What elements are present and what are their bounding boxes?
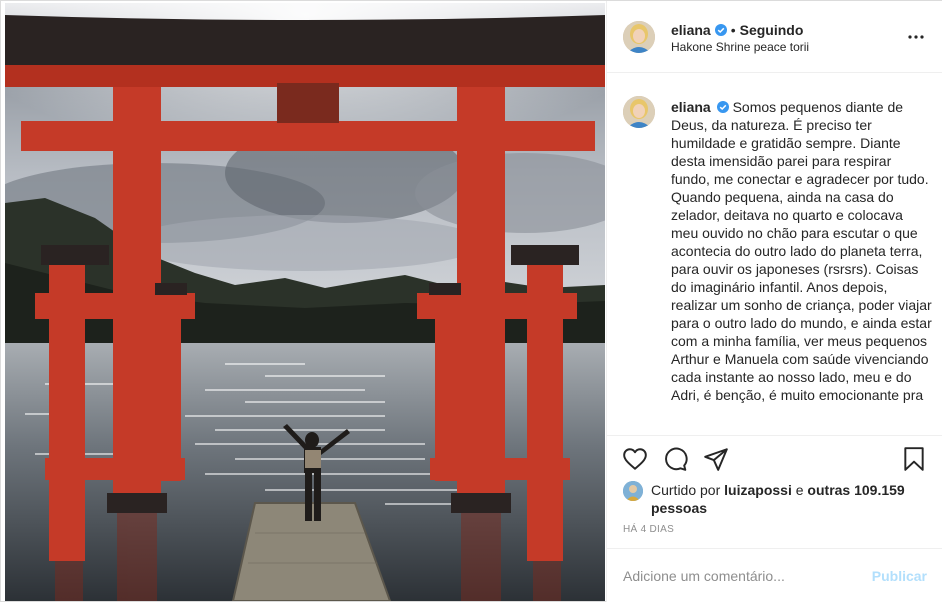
separator-dot: • [730,22,736,38]
follow-status-button[interactable]: Seguindo [740,22,804,38]
liker-avatar[interactable] [623,481,643,501]
share-icon[interactable] [703,446,729,472]
heart-icon[interactable] [622,446,648,472]
avatar-image [623,96,655,128]
caption-area: eliana Somos pequenos diante de Deus, da… [607,74,942,434]
post-timestamp[interactable]: HÁ 4 DIAS [623,524,674,535]
likes-summary: Curtido por luizapossi e outras 109.159 … [651,481,931,517]
caption-username-link[interactable]: eliana [671,99,711,115]
comment-box: Publicar [607,548,942,602]
bookmark-icon[interactable] [901,446,927,472]
header-user-line: eliana • Seguindo [671,22,803,38]
publish-button[interactable]: Publicar [872,568,927,584]
location-link[interactable]: Hakone Shrine peace torii [671,40,809,54]
post-photo[interactable] [5,3,605,601]
post-side-panel: eliana • Seguindo Hakone Shrine peace tori… [606,1,942,602]
instagram-post: eliana • Seguindo Hakone Shrine peace tori… [0,0,942,602]
avatar-image [623,481,643,501]
username-link[interactable]: eliana [671,22,711,38]
likes-prefix: Curtido por [651,482,721,498]
avatar-image [623,21,655,53]
avatar[interactable] [623,21,655,53]
likes-connector: e [795,482,804,498]
caption-avatar[interactable] [623,96,655,128]
comment-input[interactable] [623,566,863,586]
verified-badge-icon [716,101,729,113]
post-header: eliana • Seguindo Hakone Shrine peace tori… [607,1,942,73]
liked-by-username-link[interactable]: luizapossi [724,482,792,498]
more-options-icon[interactable] [907,29,925,45]
caption-text: Somos pequenos diante de Deus, da nature… [671,99,932,403]
verified-badge-icon [714,24,727,36]
post-caption: eliana Somos pequenos diante de Deus, da… [671,98,933,404]
torii-lake-photo [5,3,605,601]
comment-icon[interactable] [662,446,688,472]
